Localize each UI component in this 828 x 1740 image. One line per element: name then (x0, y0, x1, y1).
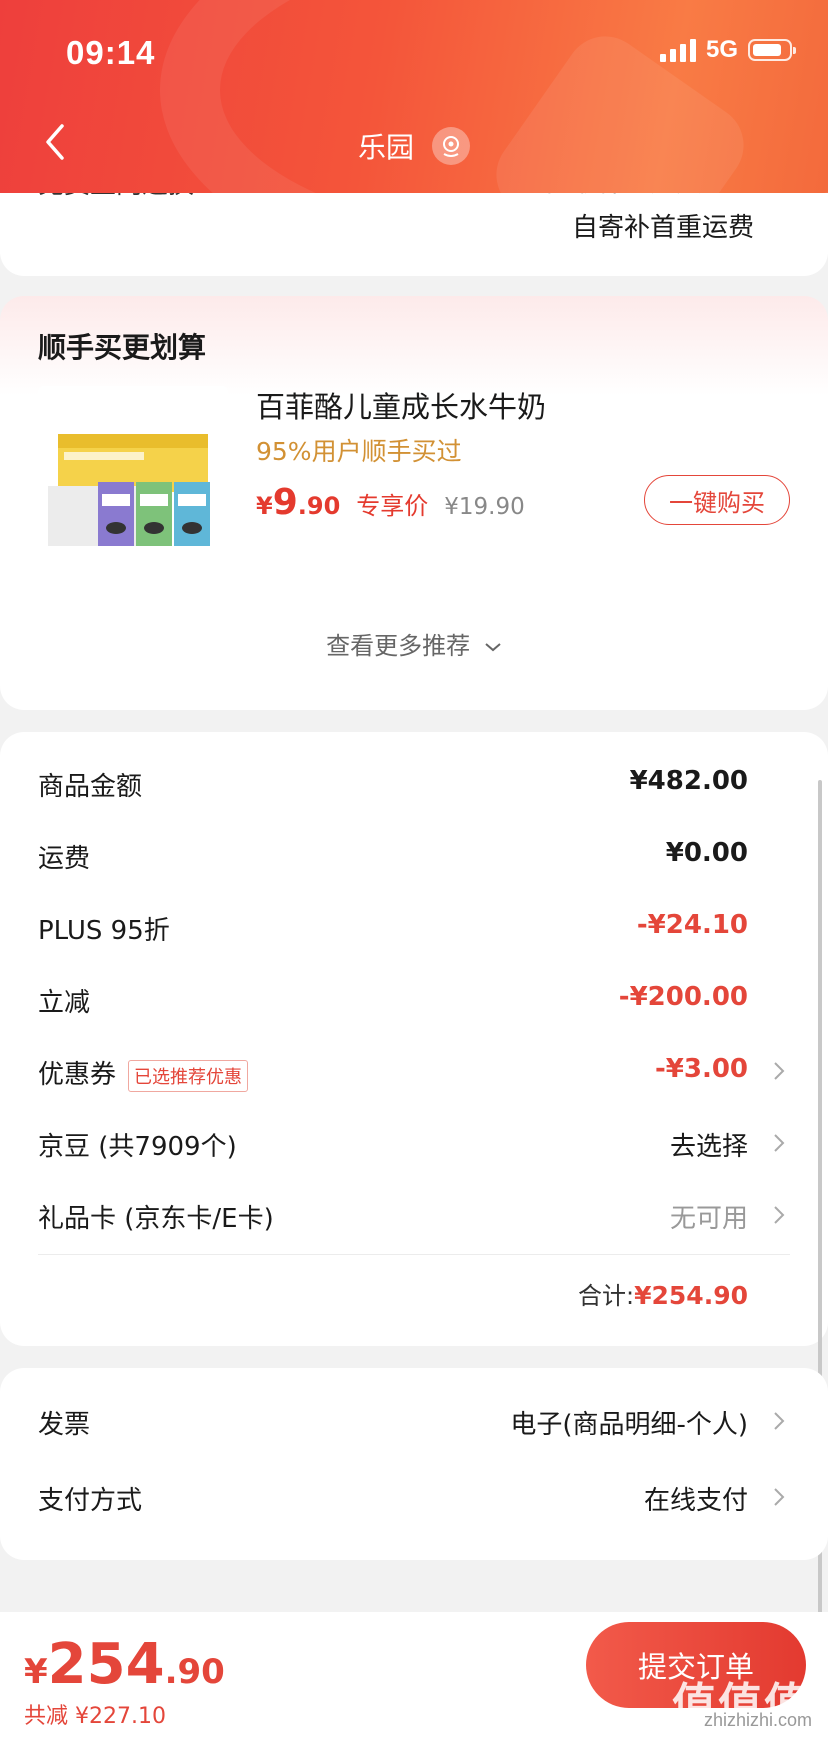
coupon-recommend-tag: 已选推荐优惠 (128, 1059, 249, 1092)
summary-label: 礼品卡 (京东卡/E卡) (38, 1204, 274, 1234)
summary-value: 去选择 (669, 1132, 748, 1162)
battery-icon (748, 39, 796, 61)
invoice-row[interactable]: 发票 电子(商品明细-个人) (0, 1404, 828, 1454)
chevron-right-icon (774, 1488, 785, 1506)
view-more-label: 查看更多推荐 (326, 632, 471, 660)
grand-total: ¥254.90 (24, 1632, 225, 1697)
summary-label-wrap: 优惠券 已选推荐优惠 (38, 1054, 249, 1092)
summary-label: PLUS 95折 (38, 916, 170, 946)
summary-total: 合计:¥254.90 (578, 1276, 748, 1311)
summary-row-shipping: 运费 ¥0.00 (0, 838, 828, 888)
summary-row-jingdou[interactable]: 京豆 (共7909个) 去选择 (0, 1126, 828, 1176)
chevron-down-icon (485, 643, 501, 652)
chevron-right-icon (774, 1412, 785, 1430)
payment-label: 支付方式 (38, 1486, 143, 1516)
price-tag: 专享价 (356, 492, 429, 520)
page-title: 乐园 (357, 131, 414, 164)
price-symbol: ¥ (256, 492, 273, 520)
summary-row-plus: PLUS 95折 -¥24.10 (0, 910, 828, 960)
location-icon[interactable] (432, 127, 470, 165)
summary-row-goods: 商品金额 ¥482.00 (0, 766, 828, 816)
shipping-right-line2: 自寄补首重运费 (571, 213, 754, 243)
payment-value: 在线支付 (643, 1486, 748, 1516)
total-value: ¥254.90 (634, 1281, 748, 1310)
signal-icon (659, 38, 696, 62)
price-int: 9 (272, 482, 298, 523)
view-more-recommend[interactable]: 查看更多推荐 (0, 626, 828, 661)
status-time: 09:14 (66, 34, 156, 71)
summary-value: -¥3.00 (654, 1054, 748, 1084)
summary-row-coupon[interactable]: 优惠券 已选推荐优惠 -¥3.00 (0, 1054, 828, 1104)
summary-label: 京豆 (共7909个) (38, 1132, 237, 1162)
total-label: 合计: (578, 1282, 635, 1310)
summary-value: -¥200.00 (618, 982, 748, 1012)
summary-label: 运费 (38, 844, 91, 874)
summary-value: -¥24.10 (636, 910, 748, 940)
chevron-right-icon (774, 1206, 785, 1224)
price-dec: .90 (297, 492, 341, 520)
header-title-wrap: 乐园 (0, 126, 828, 166)
saved-amount: 共减 ¥227.10 (24, 1704, 166, 1729)
top-header: 09:14 5G 乐园 (0, 0, 828, 193)
network-type: 5G (705, 36, 738, 63)
grand-int: 254 (47, 1632, 165, 1697)
status-icons: 5G (659, 36, 796, 64)
price-summary-card: 商品金额 ¥482.00 运费 ¥0.00 PLUS 95折 -¥24.10 立… (0, 732, 828, 1640)
product-image[interactable] (38, 386, 228, 576)
product-price: ¥9.90 专享价 ¥19.90 (256, 482, 525, 523)
invoice-payment-card: 发票 电子(商品明细-个人) 支付方式 在线支付 (0, 1368, 828, 1560)
product-price-now: ¥9.90 (256, 482, 340, 523)
recommend-title: 顺手买更划算 (38, 331, 207, 364)
summary-label: 商品金额 (38, 772, 143, 802)
summary-value: ¥482.00 (629, 766, 748, 796)
chevron-right-icon (774, 1062, 785, 1080)
summary-label: 优惠券 (38, 1060, 117, 1090)
product-name[interactable]: 百菲酪儿童成长水牛奶 (256, 384, 546, 426)
invoice-value: 电子(商品明细-个人) (510, 1410, 748, 1440)
watermark-url: zhizhizhi.com (703, 1710, 812, 1730)
summary-value: ¥0.00 (665, 838, 748, 868)
chevron-right-icon (774, 1134, 785, 1152)
summary-row-discount: 立减 -¥200.00 (0, 982, 828, 1032)
price-old: ¥19.90 (444, 494, 525, 520)
summary-value: 无可用 (669, 1204, 748, 1234)
payment-row[interactable]: 支付方式 在线支付 (0, 1480, 828, 1530)
summary-label: 立减 (38, 988, 91, 1018)
summary-divider (38, 1254, 790, 1255)
recommend-card: 顺手买更划算 百菲酪儿童成长水牛奶 95%用户顺手买过 ¥9.90 专享价 ¥1… (0, 296, 828, 710)
grand-dec: .90 (164, 1652, 225, 1692)
product-subtitle: 95%用户顺手买过 (256, 437, 462, 466)
summary-row-giftcard[interactable]: 礼品卡 (京东卡/E卡) 无可用 (0, 1198, 828, 1248)
grand-symbol: ¥ (24, 1652, 48, 1692)
one-click-buy-button[interactable]: 一键购买 (644, 475, 790, 525)
invoice-label: 发票 (38, 1410, 91, 1440)
